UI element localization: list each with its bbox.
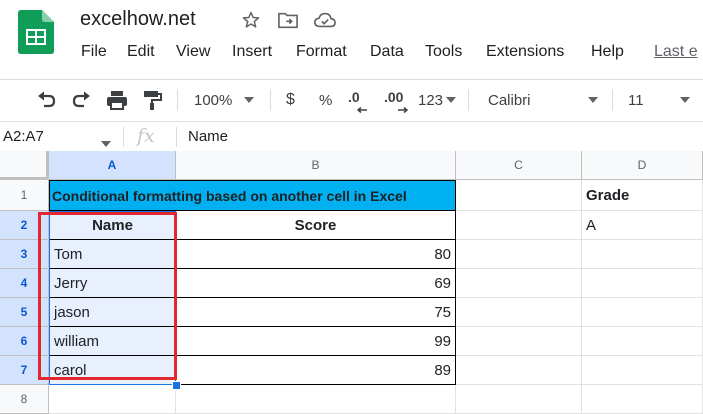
row-header[interactable]: 1 — [0, 180, 49, 211]
redo-icon[interactable] — [70, 80, 94, 120]
menu-help[interactable]: Help — [591, 43, 624, 61]
menu-data[interactable]: Data — [370, 43, 404, 61]
header-name-cell[interactable]: Name — [49, 211, 176, 240]
empty-cell[interactable] — [582, 327, 703, 356]
name-cell[interactable]: Tom — [49, 240, 176, 269]
score-cell[interactable]: 69 — [176, 269, 456, 298]
score-cell[interactable]: 75 — [176, 298, 456, 327]
menu-view[interactable]: View — [176, 43, 210, 61]
function-icon: fx — [137, 125, 155, 147]
last-edit-link[interactable]: Last e — [654, 43, 698, 61]
sheets-logo-icon[interactable] — [18, 10, 54, 54]
chevron-down-icon — [588, 97, 598, 103]
increase-decimal-button[interactable]: .00 — [384, 80, 408, 120]
empty-cell[interactable] — [456, 298, 582, 327]
row-header[interactable]: 7 — [0, 356, 49, 385]
arrow-right-icon — [398, 107, 408, 113]
toolbar-divider — [270, 89, 271, 111]
font-select[interactable]: Calibri — [488, 80, 610, 120]
name-cell[interactable]: carol — [49, 356, 176, 385]
score-cell[interactable]: 89 — [176, 356, 456, 385]
font-size-value: 11 — [628, 91, 644, 109]
score-cell[interactable]: 80 — [176, 240, 456, 269]
percent-format-button[interactable]: % — [319, 80, 332, 120]
empty-cell[interactable] — [582, 240, 703, 269]
empty-cell[interactable] — [582, 298, 703, 327]
formula-bar: A2:A7 fx Name — [0, 121, 703, 152]
toolbar-divider — [177, 89, 178, 111]
row-header[interactable]: 6 — [0, 327, 49, 356]
grade-value-cell[interactable]: A — [582, 211, 703, 240]
decrease-decimal-button[interactable]: .0 — [348, 80, 367, 120]
menu-file[interactable]: File — [81, 43, 107, 61]
empty-cell[interactable] — [456, 327, 582, 356]
empty-cell[interactable] — [582, 269, 703, 298]
menu-tools[interactable]: Tools — [425, 43, 462, 61]
column-header-c[interactable]: C — [456, 151, 582, 180]
print-icon[interactable] — [105, 80, 129, 120]
chevron-down-icon — [446, 97, 457, 103]
paint-format-icon[interactable] — [141, 80, 163, 120]
zoom-select[interactable]: 100% — [194, 80, 255, 120]
title-cell[interactable]: Conditional formatting based on another … — [49, 180, 456, 211]
toolbar-divider — [468, 89, 469, 111]
fill-handle[interactable] — [172, 381, 181, 390]
more-formats-label: 123 — [418, 91, 444, 109]
cloud-saved-icon[interactable] — [314, 10, 336, 30]
empty-cell[interactable] — [456, 240, 582, 269]
score-cell[interactable]: 99 — [176, 327, 456, 356]
font-name: Calibri — [488, 91, 531, 109]
chevron-down-icon — [244, 97, 255, 103]
menu-extensions[interactable]: Extensions — [486, 43, 564, 61]
name-cell[interactable]: william — [49, 327, 176, 356]
menu-edit[interactable]: Edit — [127, 43, 155, 61]
grade-label-cell[interactable]: Grade — [582, 180, 703, 211]
empty-cell[interactable] — [456, 356, 582, 385]
cell-c1[interactable] — [456, 180, 582, 211]
column-header-b[interactable]: B — [176, 151, 456, 180]
chevron-down-icon — [680, 97, 690, 103]
formula-input[interactable]: Name — [188, 128, 228, 145]
header-score-cell[interactable]: Score — [176, 211, 456, 240]
star-icon[interactable] — [241, 10, 261, 30]
empty-cell[interactable] — [456, 269, 582, 298]
name-cell[interactable]: jason — [49, 298, 176, 327]
toolbar: 100% $ % .0 .00 123 Calibri 11 — [0, 79, 703, 120]
column-header-a[interactable]: A — [49, 151, 176, 180]
currency-format-button[interactable]: $ — [286, 80, 295, 120]
move-to-folder-icon[interactable] — [277, 10, 298, 30]
arrow-left-icon — [357, 107, 367, 113]
select-all-corner[interactable] — [0, 151, 49, 180]
menu-format[interactable]: Format — [296, 43, 347, 61]
undo-icon[interactable] — [34, 80, 58, 120]
menu-insert[interactable]: Insert — [232, 43, 272, 61]
name-box[interactable]: A2:A7 — [3, 128, 44, 145]
document-title[interactable]: excelhow.net — [80, 8, 196, 31]
column-header-d[interactable]: D — [582, 151, 703, 180]
name-cell[interactable]: Jerry — [49, 269, 176, 298]
row-header[interactable]: 5 — [0, 298, 49, 327]
font-size-select[interactable]: 11 — [628, 80, 694, 120]
zoom-value: 100% — [194, 91, 233, 109]
formula-divider — [123, 127, 124, 147]
row-header[interactable]: 2 — [0, 211, 49, 240]
row-header[interactable]: 4 — [0, 269, 49, 298]
chevron-down-icon[interactable] — [101, 134, 111, 152]
empty-cell[interactable] — [582, 356, 703, 385]
row-header[interactable]: 3 — [0, 240, 49, 269]
spreadsheet-grid: A B C D 1 2 3 4 5 6 7 8 Conditional form… — [0, 151, 703, 414]
toolbar-divider — [612, 89, 613, 111]
more-formats-select[interactable]: 123 — [418, 80, 457, 120]
formula-divider — [176, 127, 177, 147]
cell-c2[interactable] — [456, 211, 582, 240]
